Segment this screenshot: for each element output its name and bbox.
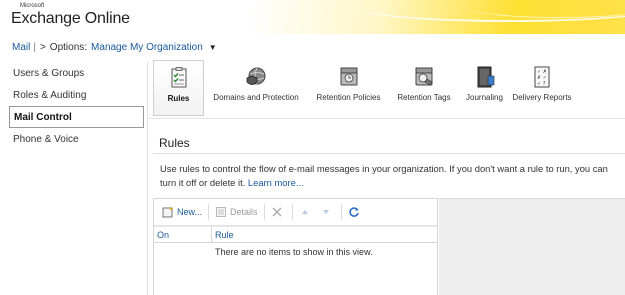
section-title: Rules [159,136,190,150]
details-pane [439,198,625,295]
tab-label: Domains and Protection [213,93,299,102]
breadcrumb: Mail | > Options: Manage My Organization… [12,40,217,54]
column-header-rule[interactable]: Rule [212,227,437,242]
toolbar-separator [263,204,265,220]
toolbar-separator [291,204,293,220]
tab-domains-protection[interactable]: Domains and Protection [204,60,308,116]
tab-label: Delivery Reports [512,93,572,102]
nav-item-label: Users & Groups [13,67,85,79]
nav-item-label: Phone & Voice [13,133,79,145]
ribbon-toolbar: Rules Domains and Protection Retention P… [153,60,625,118]
nav-item-mail-control[interactable]: Mail Control [9,106,144,128]
refresh-button[interactable] [345,203,366,221]
delete-icon [272,207,282,217]
tab-label: Journaling [466,93,503,102]
domains-protection-icon [246,67,266,85]
details-button[interactable]: Details [212,203,261,221]
retention-policies-icon [340,67,357,86]
toolbar-separator [340,204,342,220]
brand-logo: Microsoft Exchange Online [11,3,130,28]
chevron-down-icon[interactable]: ▼ [209,43,217,52]
tab-journaling[interactable]: Journaling [459,60,510,116]
section-description: Use rules to control the flow of e-mail … [160,162,620,190]
details-button-label: Details [230,207,258,217]
arrow-down-icon [322,210,329,214]
learn-more-link[interactable]: Learn more... [248,177,304,188]
new-button[interactable]: New... [159,203,205,221]
tab-label: Rules [167,94,190,103]
grid-header: On Rule [154,226,437,243]
tab-delivery-reports[interactable]: ✓ ✗ ✗ ✓ ✓ ? Delivery Reports [510,60,574,116]
new-button-label: New... [177,207,203,217]
left-navigation: Users & Groups Roles & Auditing Mail Con… [0,62,147,295]
move-down-button[interactable] [317,203,338,221]
delete-button[interactable] [268,203,289,221]
section-divider [153,153,625,154]
description-text: Use rules to control the flow of e-mail … [160,163,608,188]
move-up-button[interactable] [296,203,317,221]
options-label: Options: [49,41,88,53]
app-header: Microsoft Exchange Online [0,0,625,34]
grid-toolbar: New... Details [154,199,437,226]
empty-message: There are no items to show in this view. [215,247,373,257]
scope-selector[interactable]: Manage My Organization [91,42,203,53]
column-header-on[interactable]: On [154,227,212,242]
tab-label: Retention Policies [316,93,381,102]
nav-item-roles-auditing[interactable]: Roles & Auditing [0,84,147,106]
breadcrumb-mail-link[interactable]: Mail [12,42,30,53]
retention-tags-icon [415,67,433,86]
refresh-icon [348,207,359,217]
new-icon [162,206,173,218]
ribbon-divider [148,118,625,119]
details-icon [216,207,226,217]
nav-item-phone-voice[interactable]: Phone & Voice [0,128,147,150]
rules-grid: New... Details On Rule There are no item… [153,198,438,295]
tab-retention-tags[interactable]: Retention Tags [389,60,459,116]
journaling-icon [477,66,494,88]
breadcrumb-arrow: > [39,41,46,53]
breadcrumb-separator: | [33,41,36,53]
rules-icon [171,67,186,88]
nav-item-users-groups[interactable]: Users & Groups [0,62,147,84]
delivery-reports-icon: ✓ ✗ ✗ ✓ ✓ ? [534,66,550,88]
tab-label: Retention Tags [397,93,451,102]
arrow-up-icon [301,210,308,214]
nav-item-label: Mail Control [14,111,72,123]
brand-small-text: Microsoft [20,3,45,9]
nav-item-label: Roles & Auditing [13,89,87,101]
svg-text:✓ ?: ✓ ? [537,81,546,87]
tab-retention-policies[interactable]: Retention Policies [308,60,389,116]
nav-divider [147,62,148,295]
toolbar-separator [208,204,210,220]
tab-rules[interactable]: Rules [153,60,204,116]
brand-name: Exchange Online [11,10,130,27]
